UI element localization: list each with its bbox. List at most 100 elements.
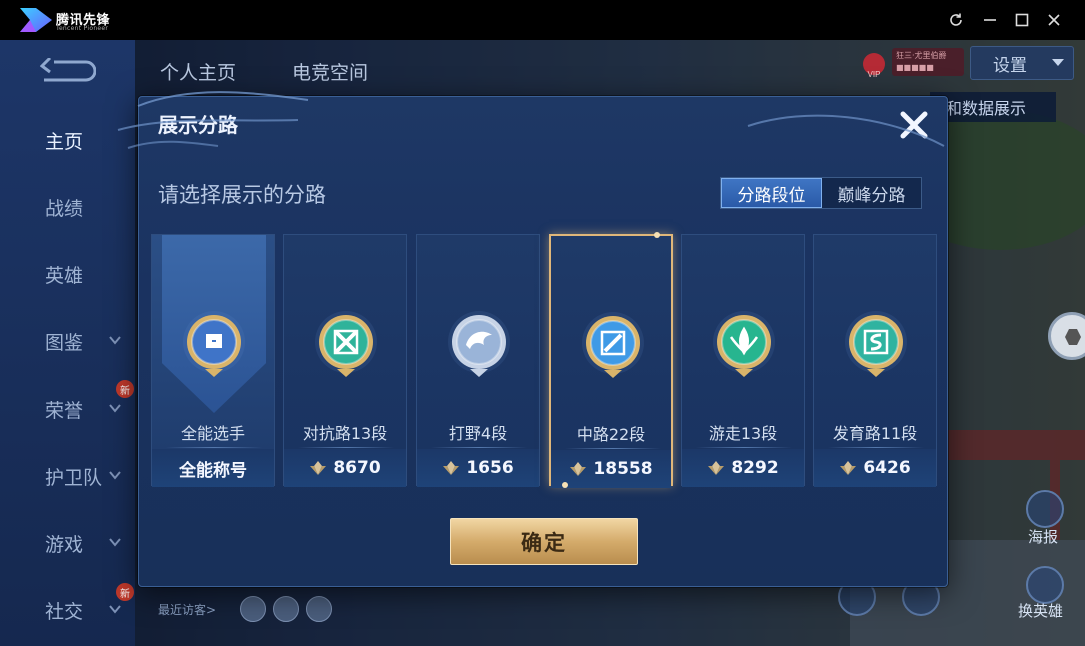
app-subname: Tencent Pioneer xyxy=(56,25,109,32)
jungle-emblem-icon xyxy=(448,311,510,377)
lane-card[interactable]: 游走13段 8292 xyxy=(681,234,805,487)
sidebar-item[interactable]: 战绩 xyxy=(0,185,135,229)
sidebar-item[interactable]: 荣誉 xyxy=(0,387,135,431)
back-icon[interactable] xyxy=(40,58,96,84)
mid-lane-emblem-icon xyxy=(582,312,644,378)
lane-card-footer: 8670 xyxy=(284,449,406,487)
avatar[interactable] xyxy=(273,596,299,622)
score-icon xyxy=(570,462,587,476)
poster-label[interactable]: 海报 xyxy=(1028,526,1058,547)
maximize-icon xyxy=(1015,13,1029,27)
score-icon xyxy=(443,461,460,475)
refresh-icon xyxy=(950,13,962,26)
all-round-emblem-icon xyxy=(183,311,245,377)
recent-visitors-link[interactable]: 最近访客> xyxy=(158,601,216,618)
data-display-banner[interactable]: 和数据展示 xyxy=(930,92,1056,122)
close-window-button[interactable] xyxy=(1042,8,1066,32)
divider xyxy=(298,447,394,448)
sidebar-item-label: 荣誉 xyxy=(45,399,84,422)
display-lane-dialog: 展示分路 请选择展示的分路 分路段位 巅峰分路 全能选手 全能称号 对抗路13段 86… xyxy=(138,96,948,587)
new-badge: 新 xyxy=(116,380,134,398)
lane-card-footer: 全能称号 xyxy=(152,449,274,487)
lane-cards: 全能选手 全能称号 对抗路13段 8670 打野4段 1656 中路22段 18558 游走13… xyxy=(151,232,937,488)
chevron-down-icon xyxy=(1052,59,1064,66)
score-icon xyxy=(310,461,327,475)
roam-emblem-icon xyxy=(713,311,775,377)
sidebar-item[interactable]: 英雄 xyxy=(0,252,135,296)
close-icon xyxy=(1048,14,1060,26)
lane-card-label: 中路22段 xyxy=(576,425,646,444)
sidebar-item[interactable]: 主页 xyxy=(0,118,135,162)
window-titlebar: 腾讯先锋 Tencent Pioneer xyxy=(0,0,1085,40)
sidebar-item-label: 护卫队 xyxy=(45,466,103,489)
maximize-button[interactable] xyxy=(1010,8,1034,32)
settings-label: 设置 xyxy=(993,55,1027,76)
poster-icon[interactable] xyxy=(1026,490,1064,528)
new-badge: 新 xyxy=(116,583,134,601)
svg-text:VIP: VIP xyxy=(868,70,881,79)
chevron-down-icon xyxy=(109,605,121,614)
sidebar-item[interactable]: 图鉴 xyxy=(0,319,135,363)
lane-card-label: 打野4段 xyxy=(448,424,508,443)
farm-lane-emblem-icon xyxy=(845,311,907,377)
lane-mode-toggle: 分路段位 巅峰分路 xyxy=(720,177,922,209)
lane-card-label: 对抗路13段 xyxy=(302,424,388,443)
avatar[interactable] xyxy=(240,596,266,622)
confirm-button[interactable]: 确定 xyxy=(450,518,638,565)
settings-button[interactable]: 设置 xyxy=(970,46,1074,80)
lane-card[interactable]: 打野4段 1656 xyxy=(416,234,540,487)
lane-score: 18558 xyxy=(593,459,653,479)
change-hero-icon[interactable] xyxy=(1026,566,1064,604)
divider xyxy=(166,447,262,448)
lane-card-label: 游走13段 xyxy=(708,424,778,443)
dialog-title: 展示分路 xyxy=(158,113,238,137)
hexagon-button-icon[interactable] xyxy=(1048,312,1085,360)
tab-esports[interactable]: 电竞空间 xyxy=(292,58,368,85)
sidebar-item-label: 游戏 xyxy=(45,533,84,556)
divider xyxy=(696,447,792,448)
toggle-lane-rank[interactable]: 分路段位 xyxy=(721,178,822,208)
lane-card[interactable]: 对抗路13段 8670 xyxy=(283,234,407,487)
lane-card-footer: 8292 xyxy=(682,449,804,487)
tencent-pioneer-logo-icon xyxy=(20,8,52,32)
sidebar-item[interactable]: 游戏 xyxy=(0,521,135,565)
close-icon xyxy=(900,111,928,139)
chevron-down-icon xyxy=(109,471,121,480)
corner-dot xyxy=(654,232,660,238)
lane-card-footer: 1656 xyxy=(417,449,539,487)
chevron-down-icon xyxy=(109,538,121,547)
lane-card[interactable]: 全能选手 全能称号 xyxy=(151,234,275,487)
sidebar-item-label: 图鉴 xyxy=(45,331,84,354)
lane-score: 8292 xyxy=(731,458,779,478)
lane-card-footer: 6426 xyxy=(814,449,936,487)
lane-score: 1656 xyxy=(466,458,514,478)
close-dialog-button[interactable] xyxy=(894,105,934,145)
chevron-down-icon xyxy=(109,404,121,413)
refresh-button[interactable] xyxy=(944,8,968,32)
minimize-button[interactable] xyxy=(978,8,1002,32)
sidebar-item-label: 社交 xyxy=(45,600,84,623)
lane-card[interactable]: 发育路11段 6426 xyxy=(813,234,937,487)
tab-profile[interactable]: 个人主页 xyxy=(160,58,236,85)
sidebar-item[interactable]: 社交 xyxy=(0,588,135,632)
score-icon xyxy=(708,461,725,475)
lane-score: 6426 xyxy=(863,458,911,478)
avatar[interactable] xyxy=(306,596,332,622)
change-hero-label[interactable]: 换英雄 xyxy=(1018,600,1063,621)
sidebar-item[interactable]: 护卫队 xyxy=(0,454,135,498)
clash-lane-emblem-icon xyxy=(315,311,377,377)
dialog-subtitle: 请选择展示的分路 xyxy=(158,183,326,207)
score-icon xyxy=(840,461,857,475)
sidebar-item-label: 战绩 xyxy=(45,197,84,220)
sidebar-item-label: 主页 xyxy=(45,130,84,153)
toggle-peak-lane[interactable]: 巅峰分路 xyxy=(822,178,921,208)
lane-card-label: 发育路11段 xyxy=(832,424,918,443)
lane-card-label: 全能选手 xyxy=(180,424,245,443)
divider xyxy=(828,447,924,448)
chevron-down-icon xyxy=(109,336,121,345)
vip-tag: 狂三·尤里伯爵 ■■■■■ xyxy=(892,48,964,76)
lane-card[interactable]: 中路22段 18558 xyxy=(549,232,673,488)
minimize-icon xyxy=(984,19,996,21)
corner-dot xyxy=(562,482,568,488)
sidebar-item-label: 英雄 xyxy=(45,264,84,287)
